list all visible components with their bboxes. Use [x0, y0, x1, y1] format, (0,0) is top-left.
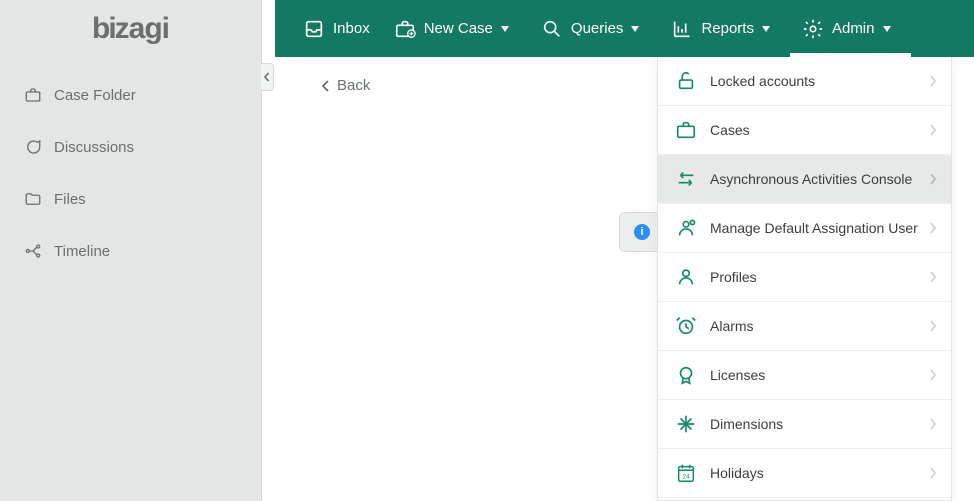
briefcase-icon	[24, 86, 42, 104]
admin-item-default-assignation[interactable]: Manage Default Assignation User	[658, 204, 951, 253]
sidebar-label: Timeline	[54, 243, 110, 260]
admin-item-dimensions[interactable]: Dimensions	[658, 400, 951, 449]
briefcase-plus-icon	[394, 18, 416, 40]
svg-text:24: 24	[682, 474, 690, 481]
back-button[interactable]: Back	[321, 77, 370, 94]
nav-admin[interactable]: Admin	[790, 0, 911, 57]
license-icon	[675, 364, 697, 386]
briefcase-icon	[675, 119, 697, 141]
admin-item-alarms[interactable]: Alarms	[658, 302, 951, 351]
sidebar-item-timeline[interactable]: Timeline	[0, 225, 261, 277]
admin-item-holidays[interactable]: 24 Holidays	[658, 449, 951, 498]
sidebar-items: Case Folder Discussions Files Timeline	[0, 57, 261, 277]
nav-label: New Case	[424, 20, 493, 37]
admin-item-profiles[interactable]: Profiles	[658, 253, 951, 302]
dimensions-icon	[675, 413, 697, 435]
sidebar: bizagi Case Folder Discussions Files Tim…	[0, 0, 262, 501]
sidebar-label: Case Folder	[54, 87, 136, 104]
chevron-left-icon	[263, 72, 271, 82]
admin-dropdown[interactable]: Locked accounts Cases Asynchronous Activ…	[657, 57, 952, 501]
admin-item-label: Manage Default Assignation User	[710, 220, 918, 236]
admin-item-locked-accounts[interactable]: Locked accounts	[658, 57, 951, 106]
chevron-right-icon	[929, 467, 937, 479]
info-icon: i	[634, 224, 650, 240]
inbox-icon	[303, 18, 325, 40]
chevron-down-icon	[883, 26, 899, 32]
admin-item-label: Alarms	[710, 318, 754, 334]
admin-item-licenses[interactable]: Licenses	[658, 351, 951, 400]
async-icon	[675, 168, 697, 190]
chevron-left-icon	[321, 80, 331, 92]
chevron-down-icon	[501, 26, 517, 32]
brand-logo: bizagi	[0, 0, 261, 57]
sidebar-item-case-folder[interactable]: Case Folder	[0, 69, 261, 121]
alarm-icon	[675, 315, 697, 337]
admin-item-label: Cases	[710, 122, 750, 138]
user-gear-icon	[675, 217, 697, 239]
chevron-right-icon	[929, 124, 937, 136]
admin-item-async-activities[interactable]: Asynchronous Activities Console	[658, 155, 951, 204]
user-icon	[675, 266, 697, 288]
admin-item-label: Dimensions	[710, 416, 783, 432]
search-icon	[541, 18, 563, 40]
nav-reports[interactable]: Reports	[659, 0, 790, 57]
chevron-down-icon	[631, 26, 647, 32]
chart-icon	[671, 18, 693, 40]
topbar: Inbox New Case Queries Reports Admin	[275, 0, 974, 57]
sidebar-item-files[interactable]: Files	[0, 173, 261, 225]
sidebar-label: Discussions	[54, 139, 134, 156]
chevron-right-icon	[929, 418, 937, 430]
nav-inbox[interactable]: Inbox	[291, 0, 382, 57]
admin-item-label: Holidays	[710, 465, 764, 481]
admin-item-label: Licenses	[710, 367, 765, 383]
calendar-icon: 24	[675, 462, 697, 484]
chevron-down-icon	[762, 26, 778, 32]
nav-label: Admin	[832, 20, 875, 37]
chevron-right-icon	[929, 369, 937, 381]
sidebar-item-discussions[interactable]: Discussions	[0, 121, 261, 173]
nav-label: Queries	[571, 20, 624, 37]
back-label: Back	[337, 77, 370, 94]
sidebar-label: Files	[54, 191, 86, 208]
folder-icon	[24, 190, 42, 208]
gear-icon	[802, 18, 824, 40]
chevron-right-icon	[929, 75, 937, 87]
chevron-right-icon	[929, 222, 937, 234]
admin-item-label: Asynchronous Activities Console	[710, 171, 912, 187]
sidebar-collapse-button[interactable]	[261, 63, 274, 91]
chevron-right-icon	[929, 173, 937, 185]
chat-icon	[24, 138, 42, 156]
lock-open-icon	[675, 70, 697, 92]
admin-item-label: Locked accounts	[710, 73, 815, 89]
admin-item-label: Profiles	[710, 269, 757, 285]
nav-queries[interactable]: Queries	[529, 0, 660, 57]
admin-item-cases[interactable]: Cases	[658, 106, 951, 155]
chevron-right-icon	[929, 271, 937, 283]
nav-new-case[interactable]: New Case	[382, 0, 529, 57]
timeline-icon	[24, 242, 42, 260]
chevron-right-icon	[929, 320, 937, 332]
nav-label: Inbox	[333, 20, 370, 37]
nav-label: Reports	[701, 20, 754, 37]
brand-text: bizagi	[92, 12, 169, 46]
